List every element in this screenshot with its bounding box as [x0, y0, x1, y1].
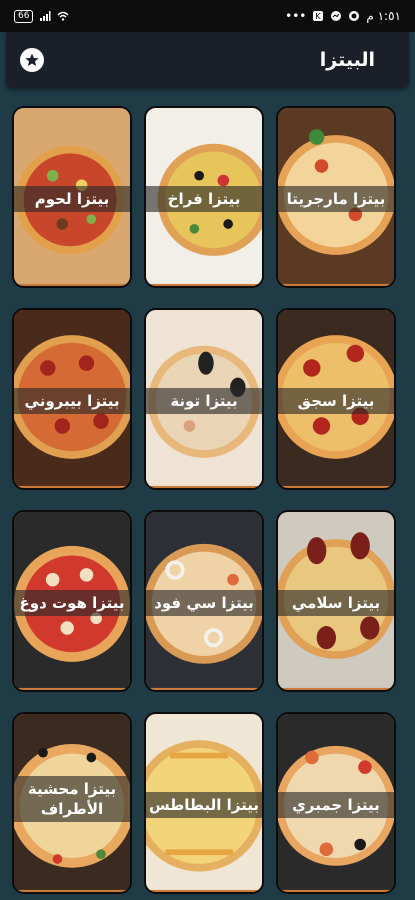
more-notifications-icon: •••	[285, 9, 307, 23]
pizza-card-chicken[interactable]: بيتزا فراخ	[144, 106, 264, 288]
status-right: ••• K ١:٥١ م	[285, 9, 401, 23]
pizza-card-sausage[interactable]: بيتزا سجق	[276, 308, 396, 490]
pizza-card-tuna[interactable]: بيتزا تونة	[144, 308, 264, 490]
pizza-card-meat[interactable]: بيتزا لحوم	[12, 106, 132, 288]
pizza-card-label: بيتزا لحوم	[14, 186, 130, 212]
pizza-card-label: بيتزا سجق	[278, 388, 394, 414]
svg-text:K: K	[316, 12, 322, 21]
app-bar: البيتزا	[6, 32, 409, 88]
pizza-card-label: بيتزا البطاطس	[146, 792, 262, 818]
pizza-card-hotdog[interactable]: بيتزا هوت دوغ	[12, 510, 132, 692]
signal-icon	[40, 11, 51, 21]
page-title: البيتزا	[319, 49, 375, 71]
pizza-card-pepperoni[interactable]: بيتزا بيبروني	[12, 308, 132, 490]
pizza-card-seafood[interactable]: بيتزا سي فود	[144, 510, 264, 692]
pizza-card-label: بيتزا مارجريتا	[278, 186, 394, 212]
pizza-card-potato[interactable]: بيتزا البطاطس	[144, 712, 264, 894]
pizza-card-label: بيتزا جمبري	[278, 792, 394, 818]
pizza-card-label: بيتزا سلامي	[278, 590, 394, 616]
pizza-card-label: بيتزا محشية الأطراف	[14, 776, 130, 822]
pizza-grid: بيتزا لحوم بيتزا فراخ بيتزا مارجريتا بيت…	[12, 106, 404, 894]
battery-icon: 66	[14, 9, 34, 23]
messenger-icon	[331, 11, 342, 21]
status-time: ١:٥١ م	[366, 9, 401, 23]
status-left: 66	[14, 9, 69, 23]
pizza-card-label: بيتزا تونة	[146, 388, 262, 414]
pizza-card-label: بيتزا فراخ	[146, 186, 262, 212]
favorites-button[interactable]	[20, 48, 44, 72]
pizza-card-label: بيتزا سي فود	[146, 590, 262, 616]
app-notification-icon: K	[313, 11, 324, 21]
pizza-card-label: بيتزا هوت دوغ	[14, 590, 130, 616]
pizza-card-salami[interactable]: بيتزا سلامي	[276, 510, 396, 692]
wifi-icon	[57, 11, 69, 21]
pizza-card-stuffed-crust[interactable]: بيتزا محشية الأطراف	[12, 712, 132, 894]
pizza-card-margherita[interactable]: بيتزا مارجريتا	[276, 106, 396, 288]
whatsapp-icon	[349, 11, 360, 21]
pizza-card-label: بيتزا بيبروني	[14, 388, 130, 414]
pizza-card-shrimp[interactable]: بيتزا جمبري	[276, 712, 396, 894]
star-icon	[25, 53, 39, 66]
status-bar: 66 ••• K ١:٥١ م	[0, 0, 415, 32]
